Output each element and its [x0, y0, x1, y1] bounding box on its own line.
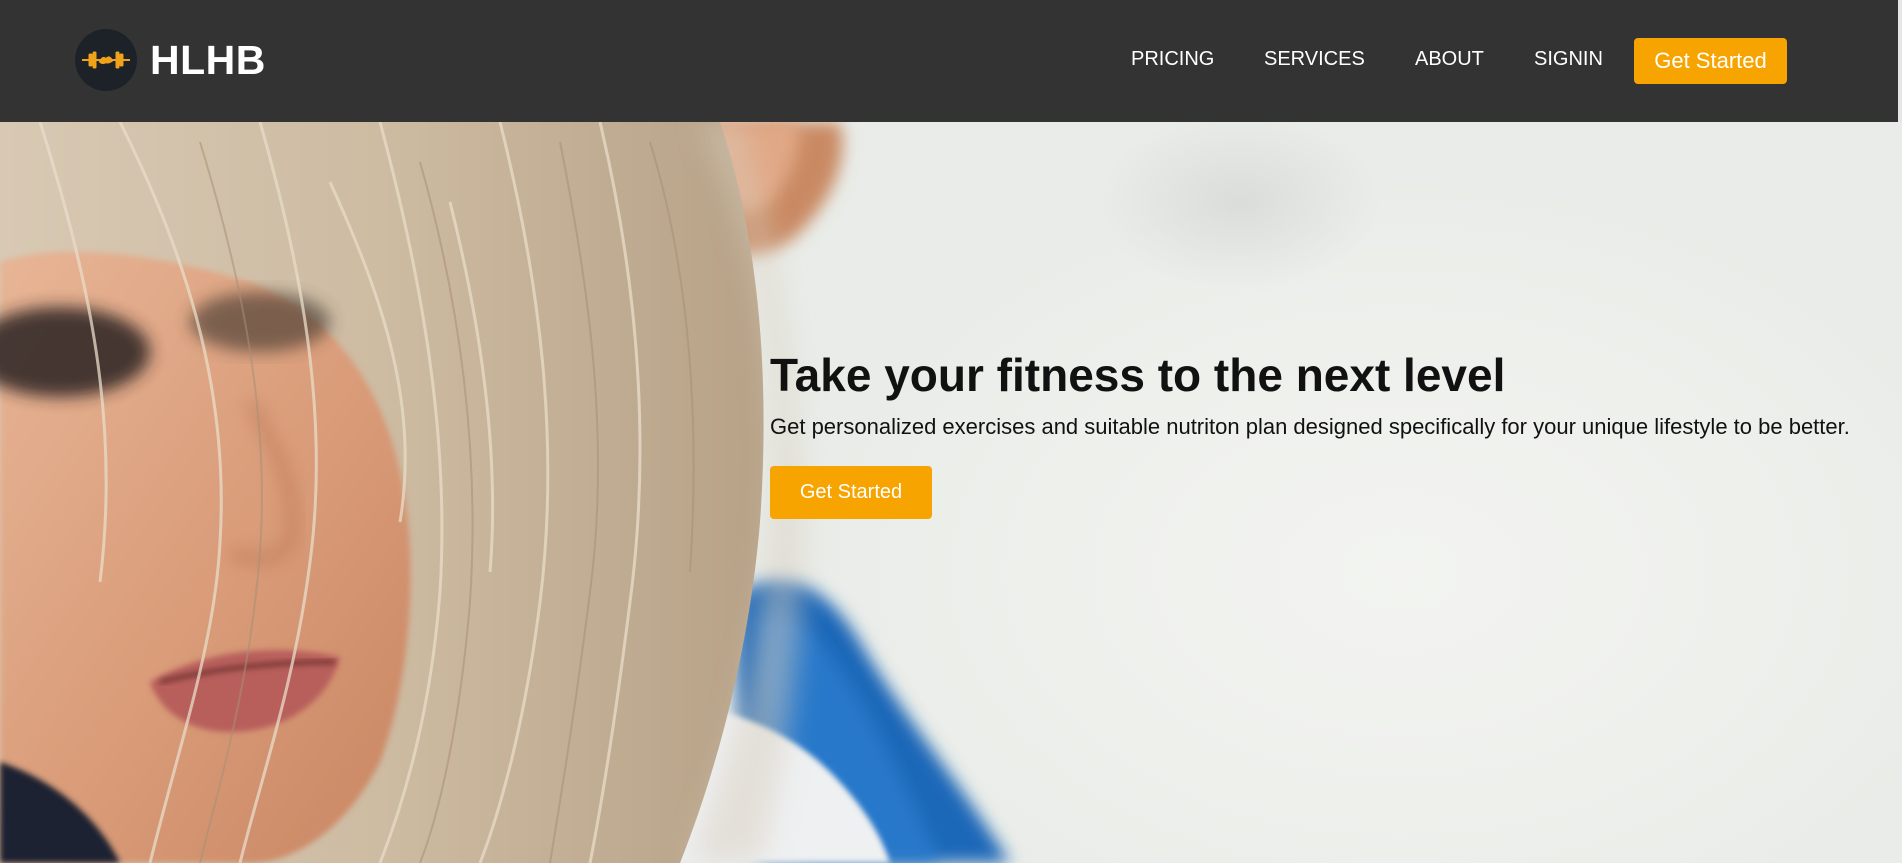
nav-link-services[interactable]: SERVICES	[1264, 47, 1365, 71]
get-started-hero-button[interactable]: Get Started	[770, 466, 932, 519]
hero-title: Take your fitness to the next level	[770, 349, 1506, 401]
nav-link-pricing[interactable]: PRICING	[1131, 47, 1214, 71]
nav-link-about[interactable]: ABOUT	[1415, 47, 1484, 71]
barbell-icon	[82, 51, 130, 69]
scrollbar[interactable]	[1898, 0, 1902, 122]
hero-subtitle: Get personalized exercises and suitable …	[770, 414, 1850, 439]
hero-content: Take your fitness to the next level Get …	[770, 348, 1890, 519]
hero-section: Take your fitness to the next level Get …	[0, 122, 1902, 863]
get-started-nav-button[interactable]: Get Started	[1634, 38, 1787, 84]
navbar: HLHB PRICING SERVICES ABOUT SIGNIN Get S…	[0, 0, 1902, 122]
page: HLHB PRICING SERVICES ABOUT SIGNIN Get S…	[0, 0, 1902, 863]
brand-name[interactable]: HLHB	[150, 36, 266, 84]
nav-link-signin[interactable]: SIGNIN	[1534, 47, 1603, 71]
logo[interactable]	[75, 29, 137, 91]
